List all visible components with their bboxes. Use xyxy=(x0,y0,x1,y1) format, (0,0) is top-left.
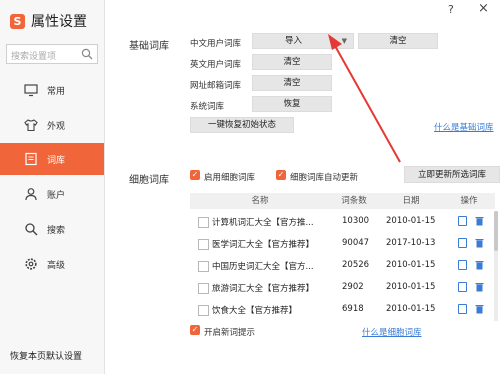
sidebar-item-label: 外观 xyxy=(47,122,66,132)
search-input[interactable]: 搜索设置项 xyxy=(6,44,98,64)
table-row: 饮食大全【官方推荐】 6918 2010-01-15 xyxy=(190,299,495,321)
cell-dict-help-link[interactable]: 什么是细胞词库 xyxy=(362,326,422,338)
app-title: 属性设置 xyxy=(31,14,87,30)
edit-icon[interactable] xyxy=(458,304,467,314)
book-icon xyxy=(25,152,37,166)
auto-update-checkbox[interactable]: ✓ xyxy=(276,170,286,180)
dict-date: 2017-10-13 xyxy=(386,238,436,248)
basic-dict-help-link[interactable]: 什么是基础词库 xyxy=(434,121,494,133)
reset-all-button[interactable]: 一键恢复初始状态 xyxy=(190,117,294,133)
table-row: 中国历史词汇大全【官方... 20526 2010-01-15 xyxy=(190,255,495,277)
enable-cell-dict-label: 启用细胞词库 xyxy=(204,173,256,183)
restore-defaults-button[interactable]: 恢复本页默认设置 xyxy=(10,349,82,362)
update-now-button[interactable]: 立即更新所选词库 xyxy=(404,166,500,183)
sidebar-item-label: 搜索 xyxy=(47,226,66,236)
close-icon[interactable]: × xyxy=(478,1,489,16)
dict-name: 中国历史词汇大全【官方... xyxy=(212,262,314,272)
row-checkbox[interactable] xyxy=(198,283,209,294)
search-icon xyxy=(81,48,93,60)
gear-icon xyxy=(25,258,37,270)
annotation-arrow xyxy=(328,34,401,163)
edit-icon[interactable] xyxy=(458,282,467,292)
sidebar-item-label: 词库 xyxy=(47,156,66,166)
system-dict-label: 系统词库 xyxy=(190,102,225,112)
new-word-hint-label: 开启新词提示 xyxy=(204,328,256,338)
table-row: 旅游词汇大全【官方推荐】 2902 2010-01-15 xyxy=(190,277,495,299)
dict-name: 计算机词汇大全【官方推... xyxy=(212,218,314,228)
trash-icon[interactable] xyxy=(475,304,484,314)
dict-name: 医学词汇大全【官方推荐】 xyxy=(212,240,315,250)
dict-count: 2902 xyxy=(342,282,364,292)
sogou-logo-icon: S xyxy=(10,14,25,29)
edit-icon[interactable] xyxy=(458,238,467,248)
sidebar: S 属性设置 搜索设置项 常用 外观 词库 账户 搜索 高级 恢复本页默认设置 xyxy=(0,0,105,374)
trash-icon[interactable] xyxy=(475,216,484,226)
sidebar-item-label: 账户 xyxy=(47,191,66,201)
user-icon xyxy=(25,188,37,201)
monitor-icon xyxy=(24,84,38,97)
edit-icon[interactable] xyxy=(458,260,467,270)
column-count: 词条数 xyxy=(332,193,376,209)
table-scrollbar[interactable] xyxy=(494,211,498,321)
dict-count: 90047 xyxy=(342,238,370,248)
sidebar-item-account[interactable]: 账户 xyxy=(0,178,104,210)
sidebar-item-search[interactable]: 搜索 xyxy=(0,213,104,245)
table-row: 计算机词汇大全【官方推... 10300 2010-01-15 xyxy=(190,211,495,233)
row-checkbox[interactable] xyxy=(198,305,209,316)
help-button[interactable]: ? xyxy=(448,3,454,16)
dict-name: 饮食大全【官方推荐】 xyxy=(212,306,298,316)
search-placeholder: 搜索设置项 xyxy=(11,52,57,62)
basic-dict-title: 基础词库 xyxy=(129,41,169,52)
shirt-icon xyxy=(24,119,38,132)
sidebar-item-appearance[interactable]: 外观 xyxy=(0,109,104,141)
import-label: 导入 xyxy=(285,36,303,46)
sidebar-item-common[interactable]: 常用 xyxy=(0,74,104,106)
table-row: 医学词汇大全【官方推荐】 90047 2017-10-13 xyxy=(190,233,495,255)
dict-count: 20526 xyxy=(342,260,370,270)
enable-cell-dict-checkbox[interactable]: ✓ xyxy=(190,170,200,180)
sidebar-item-label: 常用 xyxy=(47,87,66,97)
trash-icon[interactable] xyxy=(475,282,484,292)
scrollbar-thumb[interactable] xyxy=(494,211,498,251)
en-user-dict-label: 英文用户词库 xyxy=(190,60,242,70)
dict-date: 2010-01-15 xyxy=(386,304,436,314)
dict-name: 旅游词汇大全【官方推荐】 xyxy=(212,284,315,294)
auto-update-label: 细胞词库自动更新 xyxy=(290,173,359,183)
trash-icon[interactable] xyxy=(475,260,484,270)
search-icon xyxy=(25,223,38,236)
url-email-dict-label: 网址邮箱词库 xyxy=(190,81,242,91)
dict-date: 2010-01-15 xyxy=(386,216,436,226)
trash-icon[interactable] xyxy=(475,238,484,248)
column-date: 日期 xyxy=(378,193,444,209)
sidebar-item-label: 高级 xyxy=(47,261,66,271)
sidebar-item-advanced[interactable]: 高级 xyxy=(0,248,104,280)
cell-dict-title: 细胞词库 xyxy=(129,175,169,186)
dict-count: 10300 xyxy=(342,216,370,226)
edit-icon[interactable] xyxy=(458,216,467,226)
column-name: 名称 xyxy=(190,193,330,209)
dict-date: 2010-01-15 xyxy=(386,260,436,270)
column-actions: 操作 xyxy=(446,193,492,209)
row-checkbox[interactable] xyxy=(198,261,209,272)
dict-count: 6918 xyxy=(342,304,364,314)
row-checkbox[interactable] xyxy=(198,217,209,228)
row-checkbox[interactable] xyxy=(198,239,209,250)
dict-date: 2010-01-15 xyxy=(386,282,436,292)
new-word-hint-checkbox[interactable]: ✓ xyxy=(190,325,200,335)
cn-user-dict-label: 中文用户词库 xyxy=(190,39,242,49)
sidebar-item-dictionary[interactable]: 词库 xyxy=(0,143,104,175)
